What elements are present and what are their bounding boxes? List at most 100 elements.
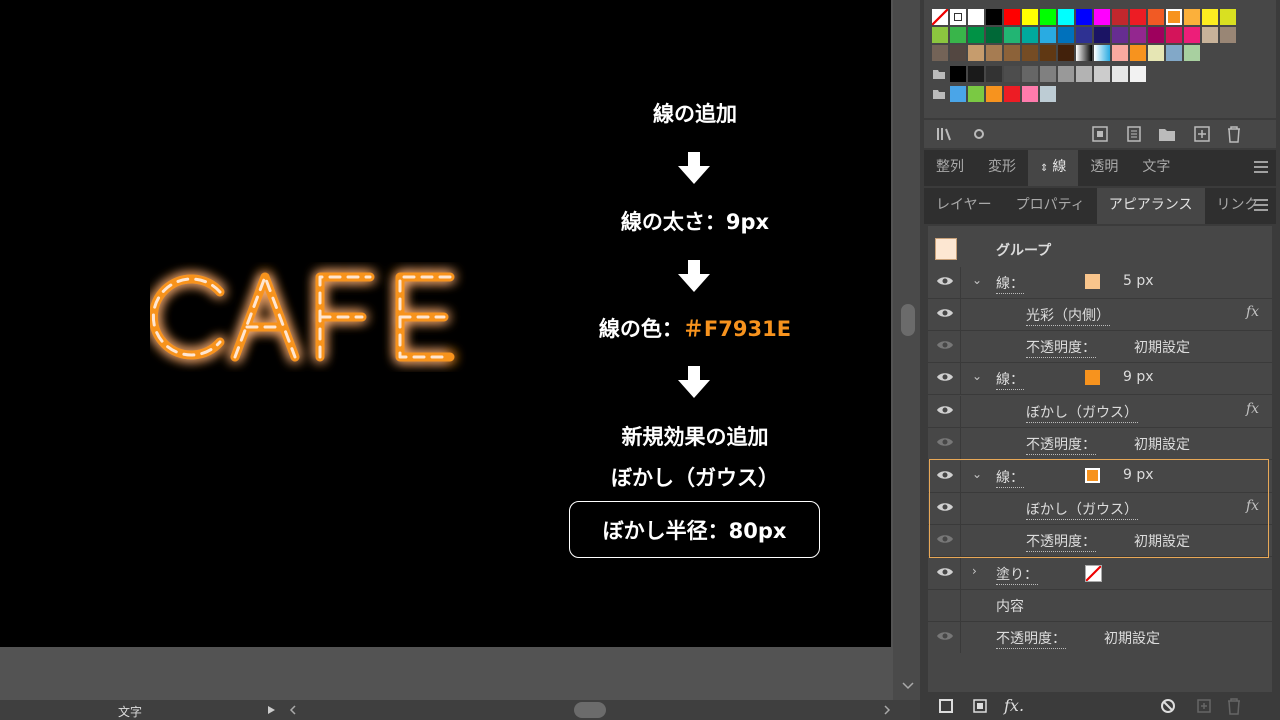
visibility-eye-icon[interactable] bbox=[936, 371, 954, 383]
row-label[interactable]: 光彩（内側） bbox=[1026, 305, 1110, 326]
play-icon[interactable] bbox=[266, 705, 276, 715]
swatch[interactable] bbox=[1022, 9, 1038, 25]
swatch[interactable] bbox=[986, 9, 1002, 25]
swatch[interactable] bbox=[1220, 9, 1236, 25]
delete-item-icon[interactable] bbox=[1226, 697, 1242, 715]
swatch[interactable] bbox=[1040, 66, 1056, 82]
swatch[interactable] bbox=[932, 27, 948, 43]
swatch[interactable] bbox=[968, 27, 984, 43]
neon-cafe-logo[interactable] bbox=[150, 262, 480, 372]
chevron-down-icon[interactable] bbox=[902, 682, 914, 690]
swatch[interactable] bbox=[1040, 45, 1056, 61]
swatch[interactable] bbox=[1202, 27, 1218, 43]
add-stroke-icon[interactable] bbox=[938, 698, 954, 714]
add-fill-icon[interactable] bbox=[972, 698, 988, 714]
scroll-thumb[interactable] bbox=[901, 304, 915, 336]
tab-character[interactable]: 文字 bbox=[1130, 150, 1182, 186]
add-effect-icon[interactable]: fx. bbox=[1004, 696, 1024, 715]
swatch-options-icon[interactable] bbox=[1092, 126, 1108, 142]
tab-layers[interactable]: レイヤー bbox=[924, 188, 1004, 224]
visibility-eye-icon[interactable] bbox=[936, 307, 954, 319]
swatch[interactable] bbox=[1094, 27, 1110, 43]
visibility-eye-icon[interactable] bbox=[936, 436, 954, 448]
swatch[interactable] bbox=[1058, 27, 1074, 43]
tab-align[interactable]: 整列 bbox=[924, 150, 976, 186]
swatch[interactable] bbox=[950, 86, 966, 102]
row-value[interactable]: 初期設定 bbox=[1104, 628, 1160, 648]
row-label[interactable]: 不透明度： bbox=[1026, 434, 1096, 455]
folder-icon[interactable] bbox=[932, 68, 946, 80]
swatch[interactable] bbox=[1076, 9, 1092, 25]
libraries-icon[interactable] bbox=[936, 127, 954, 141]
panel-menu-icon[interactable] bbox=[1254, 161, 1268, 176]
appearance-row-effect[interactable]: ぼかし（ガウス） fx bbox=[928, 396, 1272, 428]
swatch[interactable] bbox=[1130, 45, 1146, 61]
tab-transparency[interactable]: 透明 bbox=[1078, 150, 1130, 186]
appearance-row-opacity[interactable]: 不透明度： 初期設定 bbox=[928, 331, 1272, 363]
swatch[interactable] bbox=[1022, 27, 1038, 43]
swatch[interactable] bbox=[1022, 66, 1038, 82]
swatch[interactable] bbox=[986, 66, 1002, 82]
row-label[interactable]: 不透明度： bbox=[996, 628, 1066, 649]
duplicate-item-icon[interactable] bbox=[1196, 698, 1212, 714]
stroke-color-chip[interactable] bbox=[1085, 370, 1100, 385]
appearance-row-opacity[interactable]: 不透明度： 初期設定 bbox=[928, 428, 1272, 460]
swatch[interactable] bbox=[1004, 9, 1020, 25]
swatch[interactable] bbox=[1148, 9, 1164, 25]
swatch[interactable] bbox=[1040, 86, 1056, 102]
row-label[interactable]: ぼかし（ガウス） bbox=[1026, 402, 1138, 423]
swatch[interactable] bbox=[1130, 27, 1146, 43]
trash-icon[interactable] bbox=[1226, 125, 1242, 143]
clear-appearance-icon[interactable] bbox=[1160, 698, 1176, 714]
swatch[interactable] bbox=[968, 66, 984, 82]
chevron-right-icon[interactable]: › bbox=[972, 564, 977, 578]
swatch-kind-icon[interactable] bbox=[972, 127, 988, 141]
swatch[interactable] bbox=[1184, 45, 1200, 61]
row-value[interactable]: 初期設定 bbox=[1134, 434, 1190, 454]
fx-icon[interactable]: fx bbox=[1246, 304, 1259, 320]
swatch[interactable] bbox=[1184, 9, 1200, 25]
artboard[interactable]: 線の追加 線の太さ：9px 線の色：＃F7931E 新規効果の追加 ぼかし（ガウ… bbox=[0, 0, 891, 647]
appearance-row-opacity-top[interactable]: 不透明度： 初期設定 bbox=[928, 622, 1272, 653]
vertical-scrollbar[interactable] bbox=[893, 0, 920, 700]
row-value[interactable]: 5 px bbox=[1123, 273, 1154, 289]
swatch[interactable] bbox=[932, 45, 948, 61]
swatch[interactable] bbox=[1004, 27, 1020, 43]
swatch[interactable] bbox=[950, 45, 966, 61]
swatch[interactable] bbox=[950, 27, 966, 43]
fill-none-chip[interactable] bbox=[1085, 565, 1102, 582]
appearance-row-effect[interactable]: 光彩（内側） fx bbox=[928, 299, 1272, 331]
row-value[interactable]: 初期設定 bbox=[1134, 337, 1190, 357]
swatch[interactable] bbox=[968, 45, 984, 61]
swatch[interactable] bbox=[1004, 66, 1020, 82]
tab-stroke[interactable]: ⇕ 線 bbox=[1028, 150, 1079, 186]
folder-icon[interactable] bbox=[932, 88, 946, 100]
swatch[interactable] bbox=[1130, 9, 1146, 25]
new-swatch-icon[interactable] bbox=[1194, 126, 1210, 142]
swatch[interactable] bbox=[1112, 27, 1128, 43]
swatch[interactable] bbox=[986, 27, 1002, 43]
swatch[interactable] bbox=[950, 9, 966, 25]
swatch[interactable] bbox=[1130, 66, 1146, 82]
fx-icon[interactable]: fx bbox=[1246, 401, 1259, 417]
swatch[interactable] bbox=[1112, 45, 1128, 61]
chevron-down-icon[interactable]: ⌄ bbox=[972, 273, 982, 287]
swatch[interactable] bbox=[1076, 45, 1092, 61]
appearance-row-fill[interactable]: › 塗り： bbox=[928, 558, 1272, 590]
swatch[interactable] bbox=[1040, 9, 1056, 25]
color-group-icon[interactable] bbox=[1126, 126, 1142, 142]
swatch[interactable] bbox=[1094, 45, 1110, 61]
visibility-eye-icon[interactable] bbox=[936, 566, 954, 578]
swatch[interactable] bbox=[968, 9, 984, 25]
appearance-row-content[interactable]: 内容 bbox=[928, 590, 1272, 622]
swatch[interactable] bbox=[1220, 27, 1236, 43]
chevron-left-icon[interactable] bbox=[288, 705, 298, 715]
swatch[interactable] bbox=[1094, 66, 1110, 82]
stroke-color-chip[interactable] bbox=[1085, 274, 1100, 289]
swatch[interactable] bbox=[1202, 9, 1218, 25]
swatch[interactable] bbox=[1148, 27, 1164, 43]
visibility-eye-icon[interactable] bbox=[936, 339, 954, 351]
folder-icon[interactable] bbox=[1158, 126, 1176, 142]
panel-menu-icon[interactable] bbox=[1254, 199, 1268, 214]
swatch[interactable] bbox=[1184, 27, 1200, 43]
